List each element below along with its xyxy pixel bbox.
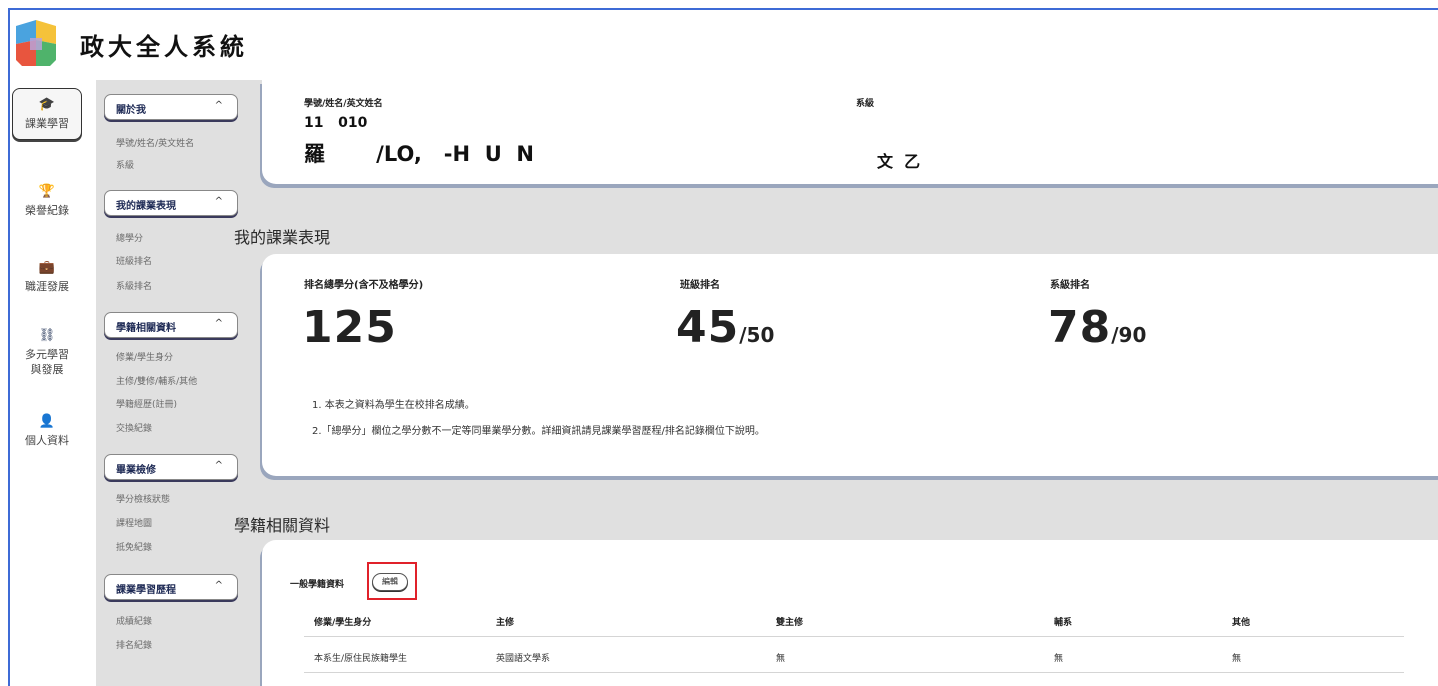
submenu-link-credit-check[interactable]: 學分檢核狀態	[116, 492, 170, 505]
submenu-link-credits[interactable]: 總學分	[116, 231, 143, 244]
submenu-link-rank-history[interactable]: 排名紀錄	[116, 638, 152, 651]
submenu-link-grades[interactable]: 成績紀錄	[116, 614, 152, 627]
app-header: 政大全人系統	[10, 10, 1438, 80]
submenu-link-registration[interactable]: 學籍經歷(註冊)	[116, 397, 177, 410]
cell-double-major: 無	[776, 654, 786, 664]
column-header-minor: 輔系	[1054, 618, 1073, 628]
nav-career[interactable]: 💼 職涯發展	[12, 260, 82, 294]
nav-profile-label: 個人資料	[25, 434, 69, 447]
chevron-up-icon[interactable]: ^	[215, 100, 223, 111]
submenu-link-exchange[interactable]: 交換紀錄	[116, 421, 152, 434]
performance-section-title: 我的課業表現	[234, 228, 331, 247]
general-registry-title: 一般學籍資料	[290, 580, 345, 590]
submenu-group-registry[interactable]: 學籍相關資料 ^	[104, 312, 238, 338]
dept-rank-value: 78	[1048, 302, 1112, 353]
main-nav-rail: 🎓 課業學習 🏆 榮譽紀錄 💼 職涯發展 ⛓ 多元學習 與發展 👤 個人資料	[10, 80, 96, 686]
submenu-link-majors[interactable]: 主修/雙修/輔系/其他	[116, 374, 197, 387]
column-header-major: 主修	[496, 618, 515, 628]
submenu-group-learning-history[interactable]: 課業學習歷程 ^	[104, 574, 238, 600]
cell-major: 英國語文學系	[496, 654, 551, 664]
nav-diverse-label-2: 與發展	[30, 363, 64, 376]
nav-study-label: 課業學習	[25, 117, 69, 130]
submenu-group-about[interactable]: 關於我 ^	[104, 94, 238, 120]
submenu-link-class-rank[interactable]: 班級排名	[116, 254, 152, 267]
edit-highlight-box: 編輯	[367, 562, 417, 600]
student-id-value: 11 010	[304, 115, 368, 131]
submenu-link-course-map[interactable]: 課程地圖	[116, 516, 152, 529]
chevron-up-icon[interactable]: ^	[215, 318, 223, 329]
submenu-group-title: 畢業檢修	[116, 465, 156, 476]
nav-diverse-label-1: 多元學習	[25, 348, 69, 361]
nav-honors-label: 榮譽紀錄	[25, 204, 69, 217]
profile-card: 學號/姓名/英文姓名 11 010 羅 /LO, -H U N 系級 文 乙	[262, 80, 1438, 184]
column-header-status: 修業/學生身分	[314, 618, 372, 628]
nav-career-label: 職涯發展	[25, 280, 69, 293]
class-rank-total: /50	[739, 323, 775, 347]
nav-study[interactable]: 🎓 課業學習	[12, 88, 82, 140]
submenu-link-study-status[interactable]: 修業/學生身分	[116, 350, 173, 363]
table-divider	[304, 636, 1404, 637]
nav-honors[interactable]: 🏆 榮譽紀錄	[12, 184, 82, 218]
credits-value: 125	[302, 302, 397, 353]
class-rank: 45/50	[676, 302, 774, 353]
submenu-link-dept[interactable]: 系級	[116, 158, 134, 171]
submenu-group-title: 關於我	[116, 105, 146, 116]
briefcase-icon: 💼	[38, 260, 56, 275]
student-name-value: 羅 /LO, -H U N	[304, 142, 534, 166]
registry-section-title: 學籍相關資料	[234, 516, 331, 535]
credits-label: 排名總學分(含不及格學分)	[304, 280, 424, 291]
chevron-up-icon[interactable]: ^	[215, 460, 223, 471]
class-rank-label: 班級排名	[680, 280, 720, 291]
app-window: 政大全人系統 🎓 課業學習 🏆 榮譽紀錄 💼 職涯發展 ⛓ 多元學習 與發展 👤…	[8, 8, 1438, 686]
chevron-up-icon[interactable]: ^	[215, 580, 223, 591]
app-title: 政大全人系統	[80, 33, 248, 61]
submenu-link-dept-rank[interactable]: 系級排名	[116, 279, 152, 292]
department-value: 文 乙	[877, 152, 921, 171]
submenu-group-performance[interactable]: 我的課業表現 ^	[104, 190, 238, 216]
app-logo	[16, 20, 56, 66]
person-icon: 👤	[38, 414, 56, 429]
submenu-group-title: 課業學習歷程	[116, 585, 176, 596]
performance-card: 排名總學分(含不及格學分) 125 班級排名 45/50 系級排名 78/90 …	[262, 254, 1438, 476]
submenu-link-waivers[interactable]: 抵免紀錄	[116, 540, 152, 553]
submenu-link-id-name[interactable]: 學號/姓名/英文姓名	[116, 136, 194, 149]
registry-card: 一般學籍資料 編輯 修業/學生身分 主修 雙主修 輔系 其他 本系生/原住民族籍…	[262, 540, 1438, 686]
nav-diverse-learning[interactable]: ⛓ 多元學習 與發展	[12, 328, 82, 377]
id-name-label: 學號/姓名/英文姓名	[304, 99, 383, 109]
performance-note-1: 1. 本表之資料為學生在校排名成績。	[312, 400, 475, 411]
graduation-cap-icon: 🎓	[38, 97, 56, 112]
chevron-up-icon[interactable]: ^	[215, 196, 223, 207]
submenu-group-title: 學籍相關資料	[116, 323, 176, 334]
submenu-group-graduation[interactable]: 畢業檢修 ^	[104, 454, 238, 480]
column-header-other: 其他	[1232, 618, 1251, 628]
trophy-icon: 🏆	[38, 184, 56, 199]
cell-other: 無	[1232, 654, 1242, 664]
edit-button[interactable]: 編輯	[372, 573, 408, 591]
cell-status: 本系生/原住民族籍學生	[314, 654, 408, 664]
dept-rank-total: /90	[1111, 323, 1147, 347]
submenu-group-title: 我的課業表現	[116, 201, 176, 212]
class-rank-value: 45	[676, 302, 740, 353]
performance-note-2: 2.「總學分」欄位之學分數不一定等同畢業學分數。詳細資訊請見課業學習歷程/排名記…	[312, 426, 765, 437]
nav-profile[interactable]: 👤 個人資料	[12, 414, 82, 448]
dept-rank: 78/90	[1048, 302, 1146, 353]
network-icon: ⛓	[38, 328, 56, 343]
department-label: 系級	[856, 99, 875, 109]
cell-minor: 無	[1054, 654, 1064, 664]
column-header-double-major: 雙主修	[776, 618, 804, 628]
dept-rank-label: 系級排名	[1050, 280, 1090, 291]
table-divider	[304, 672, 1404, 673]
